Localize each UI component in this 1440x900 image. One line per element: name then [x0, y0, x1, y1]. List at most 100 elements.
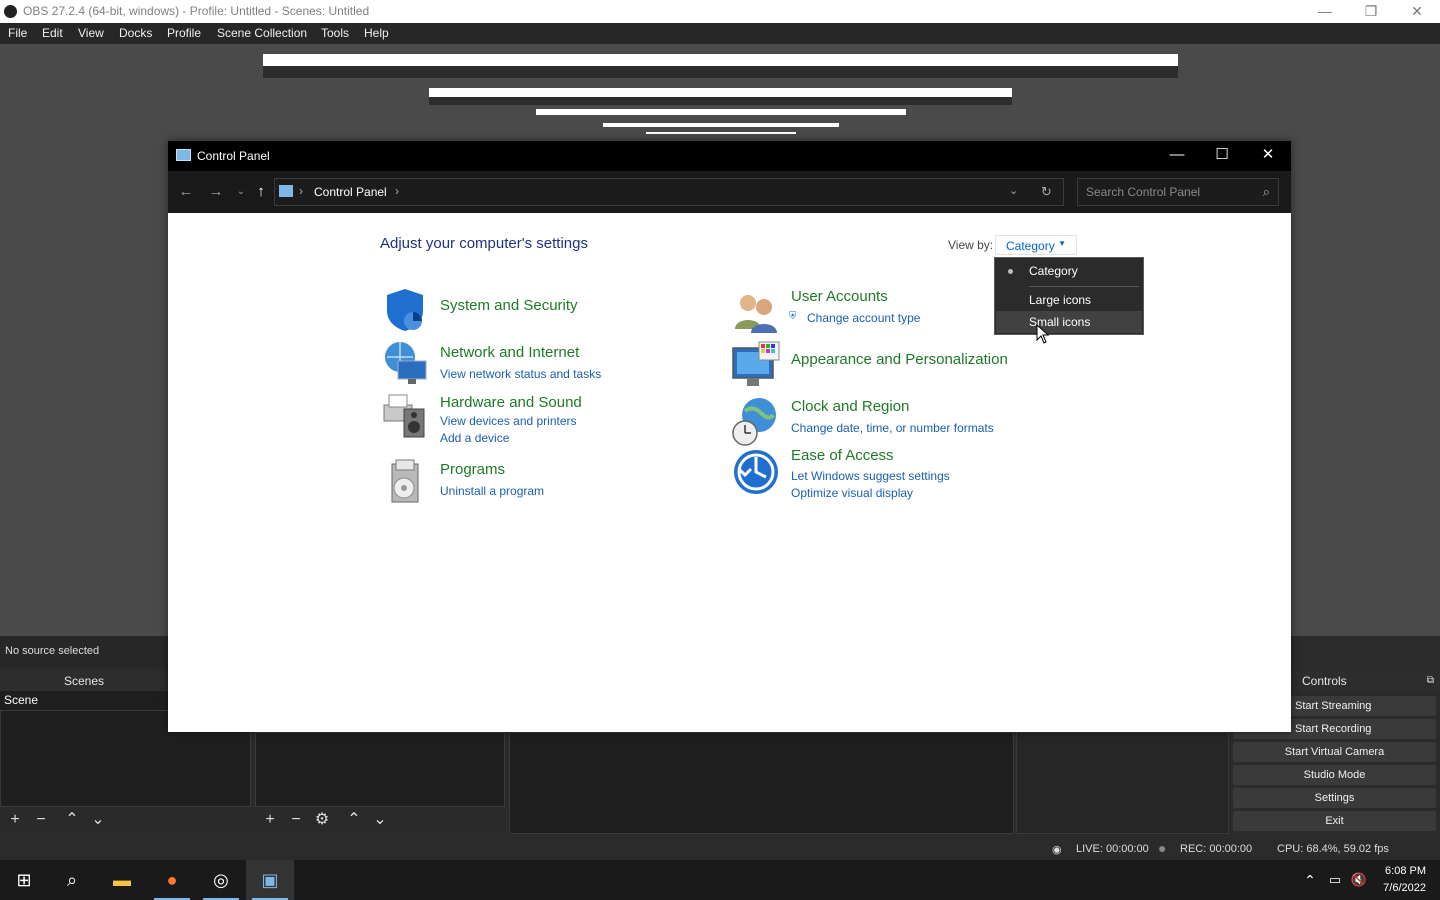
undock-icon[interactable]: ⧉ — [1427, 671, 1434, 691]
address-bar[interactable]: › Control Panel › ⌄ ↻ — [274, 178, 1064, 206]
view-by-dropdown[interactable]: Category ▼ — [995, 235, 1077, 255]
shield-icon — [387, 289, 423, 331]
transitions-dock[interactable] — [1016, 732, 1229, 834]
menu-option-small-icons[interactable]: Small icons — [996, 311, 1142, 333]
printer-speaker-icon — [383, 394, 425, 438]
accessibility-icon — [734, 450, 778, 494]
minimize-icon[interactable]: — — [1302, 0, 1348, 23]
arrow-right-icon[interactable]: → — [205, 181, 227, 203]
monitor-palette-icon — [732, 341, 780, 386]
view-by-value: Category — [1006, 239, 1055, 253]
search-input[interactable]: Search Control Panel ⌕ — [1077, 178, 1279, 206]
category-link[interactable]: Optimize visual display — [791, 486, 913, 500]
clock[interactable]: 6:08 PM 7/6/2022 — [1383, 863, 1426, 897]
cp-minimize-icon[interactable]: — — [1154, 141, 1200, 171]
category-title[interactable]: Programs — [440, 461, 505, 478]
menu-file[interactable]: File — [8, 26, 27, 40]
add-icon[interactable]: + — [2, 807, 28, 833]
obs-title-bar: OBS 27.2.4 (64-bit, windows) - Profile: … — [0, 0, 1440, 23]
category-title[interactable]: User Accounts — [791, 288, 888, 305]
audio-mixer[interactable] — [509, 732, 1014, 834]
file-explorer-icon[interactable]: ▬ — [98, 860, 146, 900]
sources-list[interactable] — [255, 732, 505, 807]
control-panel-icon — [176, 149, 191, 161]
menu-scene-collection[interactable]: Scene Collection — [217, 26, 307, 40]
volume-muted-icon[interactable]: 🔇 — [1347, 860, 1371, 900]
breadcrumb-control-panel[interactable]: Control Panel — [314, 185, 387, 199]
arrow-up-icon[interactable]: ↑ — [250, 181, 272, 203]
menu-edit[interactable]: Edit — [42, 26, 63, 40]
menu-option-large-icons[interactable]: Large icons — [996, 289, 1142, 311]
refresh-icon[interactable]: ↻ — [1041, 184, 1052, 200]
gear-icon[interactable]: ⚙ — [309, 807, 335, 833]
menu-tools[interactable]: Tools — [321, 26, 349, 40]
network-globe-icon — [385, 342, 427, 384]
menu-option-category[interactable]: Category — [996, 260, 1142, 282]
control-panel-window-title: Control Panel — [197, 149, 270, 163]
obs-window-title: OBS 27.2.4 (64-bit, windows) - Profile: … — [23, 4, 370, 18]
breadcrumb-chevron-icon[interactable]: › — [395, 184, 399, 198]
settings-button[interactable]: Settings — [1233, 788, 1436, 808]
chevron-down-icon[interactable]: ⌄ — [1009, 184, 1018, 197]
move-down-icon[interactable]: ⌄ — [85, 807, 111, 833]
source-up-icon[interactable]: ⌃ — [341, 807, 367, 833]
search-taskbar-icon[interactable]: ⌕ — [48, 860, 96, 900]
controls-dock-header: Controls ⧉ — [1291, 671, 1440, 691]
controls-title: Controls — [1302, 674, 1347, 688]
live-signal-icon: ◉ — [1052, 844, 1062, 856]
sources-toolbar: + − ⚙ ⌃ ⌄ — [255, 807, 505, 833]
scene-list-item[interactable]: Scene — [0, 691, 168, 710]
nested-preview-title — [263, 54, 1178, 66]
menu-view[interactable]: View — [78, 26, 104, 40]
move-up-icon[interactable]: ⌃ — [59, 807, 85, 833]
category-link[interactable]: Add a device — [440, 431, 509, 445]
windows-taskbar: ⊞ ⌕ ▬ ● ◎ ▣ ⌃ ▭ 🔇 6:08 PM 7/6/2022 — [0, 860, 1440, 900]
category-link[interactable]: View devices and printers — [440, 414, 577, 428]
search-icon[interactable]: ⌕ — [1263, 184, 1270, 200]
obs-menu-bar: File Edit View Docks Profile Scene Colle… — [0, 23, 1440, 44]
control-panel-taskbar-icon[interactable]: ▣ — [246, 860, 294, 900]
source-down-icon[interactable]: ⌄ — [367, 807, 393, 833]
control-panel-title-bar[interactable]: Control Panel — ☐ ✕ — [168, 141, 1291, 171]
category-title[interactable]: Hardware and Sound — [440, 394, 582, 411]
close-icon[interactable]: ✕ — [1394, 0, 1440, 23]
remove-source-icon[interactable]: − — [283, 807, 309, 833]
scenes-toolbar: + − ⌃ ⌄ — [0, 807, 251, 833]
start-virtual-camera-button[interactable]: Start Virtual Camera — [1233, 742, 1436, 762]
category-title[interactable]: Appearance and Personalization — [791, 351, 1008, 368]
category-title[interactable]: Ease of Access — [791, 447, 894, 464]
network-icon[interactable]: ▭ — [1323, 860, 1347, 900]
nested-preview-title-3 — [536, 109, 906, 115]
add-source-icon[interactable]: + — [257, 807, 283, 833]
nested-preview-title-5 — [646, 132, 796, 134]
category-link[interactable]: Let Windows suggest settings — [791, 469, 950, 483]
menu-docks[interactable]: Docks — [119, 26, 152, 40]
option-label: Large icons — [1029, 293, 1092, 307]
control-panel-window: Control Panel — ☐ ✕ ← → ⌄ ↑ › Control Pa… — [168, 141, 1291, 732]
chevron-right-icon[interactable]: › — [299, 184, 303, 198]
remove-icon[interactable]: − — [28, 807, 54, 833]
recent-locations-icon[interactable]: ⌄ — [230, 181, 252, 203]
exit-button[interactable]: Exit — [1233, 811, 1436, 831]
page-title: Adjust your computer's settings — [380, 235, 588, 252]
category-title[interactable]: System and Security — [440, 297, 578, 314]
cp-maximize-icon[interactable]: ☐ — [1199, 141, 1245, 171]
view-by-menu: Category Large icons Small icons — [994, 257, 1144, 335]
menu-profile[interactable]: Profile — [167, 26, 201, 40]
arrow-left-icon[interactable]: ← — [175, 181, 197, 203]
firefox-icon[interactable]: ● — [148, 860, 196, 900]
category-title[interactable]: Network and Internet — [440, 344, 579, 361]
obs-taskbar-icon[interactable]: ◎ — [197, 860, 245, 900]
obs-logo-icon — [4, 5, 17, 18]
category-link[interactable]: Change date, time, or number formats — [791, 421, 994, 435]
restore-icon[interactable]: ❐ — [1348, 0, 1394, 23]
category-link[interactable]: View network status and tasks — [440, 367, 601, 381]
category-link[interactable]: Uninstall a program — [440, 484, 544, 498]
category-title[interactable]: Clock and Region — [791, 398, 909, 415]
nested-preview-title-2 — [429, 88, 1012, 97]
windows-start-icon[interactable]: ⊞ — [0, 860, 48, 900]
menu-help[interactable]: Help — [364, 26, 389, 40]
cp-close-icon[interactable]: ✕ — [1245, 141, 1291, 171]
category-link[interactable]: Change account type — [807, 311, 920, 325]
studio-mode-button[interactable]: Studio Mode — [1233, 765, 1436, 785]
